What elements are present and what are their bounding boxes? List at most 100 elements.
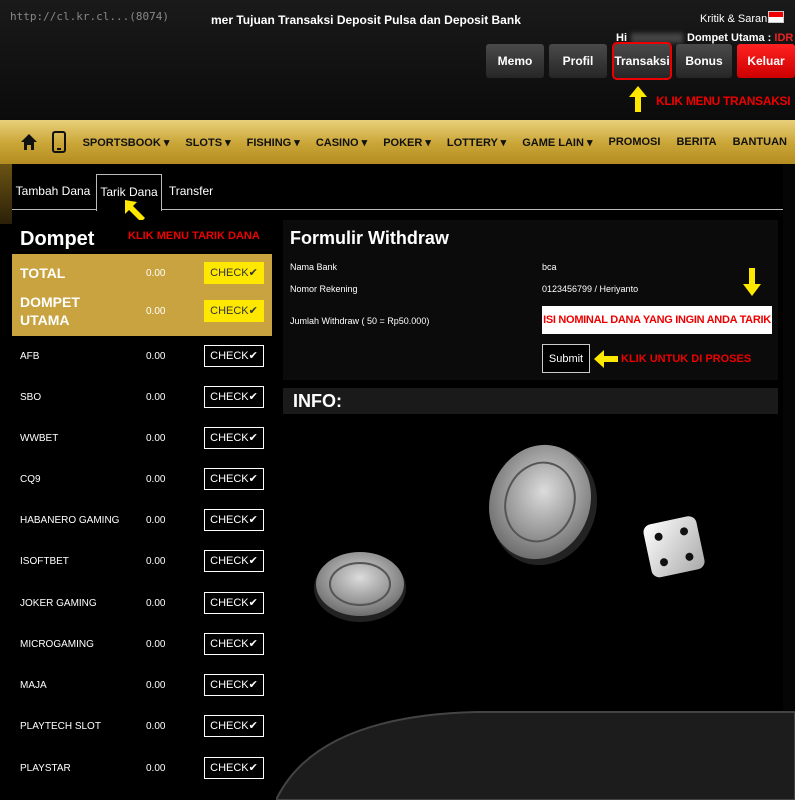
keluar-button[interactable]: Keluar bbox=[737, 44, 795, 78]
nomor-rekening-label: Nomor Rekening bbox=[290, 284, 358, 294]
jumlah-withdraw-input[interactable] bbox=[542, 306, 772, 334]
nama-bank-label: Nama Bank bbox=[290, 262, 338, 272]
announcement-marquee: mer Tujuan Transaksi Deposit Pulsa dan D… bbox=[211, 13, 521, 27]
info-bar: INFO: bbox=[283, 388, 778, 414]
nomor-rekening-value: 0123456799 / Heriyanto bbox=[542, 284, 639, 294]
wallet-value: 0.00 bbox=[146, 514, 166, 526]
check-button[interactable]: CHECK✔ bbox=[204, 386, 264, 408]
bonus-button[interactable]: Bonus bbox=[676, 44, 732, 78]
home-icon[interactable] bbox=[14, 120, 44, 164]
wallet-value: 0.00 bbox=[146, 432, 166, 444]
check-button[interactable]: CHECK✔ bbox=[204, 300, 264, 322]
wallet-value: 0.00 bbox=[146, 267, 166, 279]
wallet-value: 0.00 bbox=[146, 305, 166, 317]
check-button[interactable]: CHECK✔ bbox=[204, 468, 264, 490]
wallet-value: 0.00 bbox=[146, 720, 166, 732]
mobile-icon[interactable] bbox=[44, 120, 74, 164]
wallet-label: JOKER GAMING bbox=[20, 597, 97, 609]
wallet-row: HABANERO GAMING 0.00 CHECK✔ bbox=[12, 508, 272, 532]
nav-poker[interactable]: POKER ▾ bbox=[375, 136, 439, 149]
poker-chip-icon bbox=[314, 552, 406, 622]
wallet-label: HABANERO GAMING bbox=[20, 514, 120, 526]
wallet-label: WWBET bbox=[20, 432, 59, 444]
wallet-value: 0.00 bbox=[146, 391, 166, 403]
casino-decoration-image bbox=[276, 444, 795, 800]
wallet-value: 0.00 bbox=[146, 350, 166, 362]
memo-button[interactable]: Memo bbox=[486, 44, 544, 78]
dompet-title: Dompet bbox=[20, 228, 95, 250]
wallet-row: CQ9 0.00 CHECK✔ bbox=[12, 467, 272, 491]
check-button[interactable]: CHECK✔ bbox=[204, 757, 264, 779]
wallet-row-dompet-utama: DOMPET UTAMA 0.00 CHECK✔ bbox=[12, 294, 272, 328]
nama-bank-value: bca bbox=[542, 262, 557, 272]
arrow-down-icon bbox=[743, 268, 761, 296]
tab-transfer[interactable]: Transfer bbox=[164, 174, 218, 210]
side-decoration bbox=[0, 164, 12, 224]
top-header: http://cl.kr.cl...(8074) mer Tujuan Tran… bbox=[0, 0, 795, 120]
wallet-row: ISOFTBET 0.00 CHECK✔ bbox=[12, 549, 272, 573]
check-button[interactable]: CHECK✔ bbox=[204, 715, 264, 737]
indonesia-flag-icon[interactable] bbox=[768, 11, 784, 23]
wallet-row-total: TOTAL 0.00 CHECK✔ bbox=[12, 260, 272, 286]
dompet-panel: Dompet TOTAL 0.00 CHECK✔ DOMPET UTAMA 0.… bbox=[12, 220, 272, 800]
balance-value: IDR 0.00 bbox=[774, 32, 795, 44]
wallet-label: AFB bbox=[20, 350, 40, 362]
check-button[interactable]: CHECK✔ bbox=[204, 427, 264, 449]
main-nav: SPORTSBOOK ▾ SLOTS ▾ FISHING ▾ CASINO ▾ … bbox=[0, 120, 795, 164]
url-hint: http://cl.kr.cl...(8074) bbox=[10, 10, 169, 23]
dice-icon bbox=[643, 516, 705, 578]
wallet-label: ISOFTBET bbox=[20, 555, 69, 567]
transaksi-button[interactable]: Transaksi bbox=[612, 42, 672, 80]
jumlah-withdraw-label: Jumlah Withdraw ( 50 = Rp50.000) bbox=[290, 316, 430, 326]
annotation-tarik-dana: KLIK MENU TARIK DANA bbox=[128, 230, 260, 242]
check-button[interactable]: CHECK✔ bbox=[204, 674, 264, 696]
greeting: Hi bbox=[616, 32, 627, 44]
check-button[interactable]: CHECK✔ bbox=[204, 592, 264, 614]
nav-bantuan[interactable]: BANTUAN bbox=[725, 136, 795, 148]
wallet-label: PLAYSTAR bbox=[20, 762, 71, 774]
wallet-row: MAJA 0.00 CHECK✔ bbox=[12, 673, 272, 697]
annotation-submit: KLIK UNTUK DI PROSES bbox=[621, 353, 752, 365]
wallet-label: MICROGAMING bbox=[20, 638, 94, 650]
check-button[interactable]: CHECK✔ bbox=[204, 550, 264, 572]
wallet-value: 0.00 bbox=[146, 679, 166, 691]
wallet-value: 0.00 bbox=[146, 762, 166, 774]
check-button[interactable]: CHECK✔ bbox=[204, 345, 264, 367]
arrow-up-icon bbox=[629, 86, 647, 112]
wallet-label: SBO bbox=[20, 391, 42, 403]
nav-fishing[interactable]: FISHING ▾ bbox=[239, 136, 308, 149]
kritik-saran-link[interactable]: Kritik & Saran bbox=[700, 13, 767, 25]
annotation-transaksi: KLIK MENU TRANSAKSI bbox=[656, 94, 791, 108]
wallet-value: 0.00 bbox=[146, 638, 166, 650]
wallet-row: JOKER GAMING 0.00 CHECK✔ bbox=[12, 591, 272, 615]
check-button[interactable]: CHECK✔ bbox=[204, 262, 264, 284]
arrow-up-left-icon bbox=[125, 200, 145, 222]
wallet-label: DOMPET UTAMA bbox=[20, 294, 80, 328]
wallet-row: WWBET 0.00 CHECK✔ bbox=[12, 426, 272, 450]
nav-slots[interactable]: SLOTS ▾ bbox=[177, 136, 238, 149]
wallet-label: MAJA bbox=[20, 679, 47, 691]
wallet-row: SBO 0.00 CHECK✔ bbox=[12, 385, 272, 409]
check-button[interactable]: CHECK✔ bbox=[204, 633, 264, 655]
wallet-row: MICROGAMING 0.00 CHECK✔ bbox=[12, 632, 272, 656]
wallet-value: 0.00 bbox=[146, 597, 166, 609]
nav-game-lain[interactable]: GAME LAIN ▾ bbox=[514, 136, 600, 149]
form-title: Formulir Withdraw bbox=[290, 228, 449, 248]
nav-berita[interactable]: BERITA bbox=[668, 136, 724, 148]
wallet-row: AFB 0.00 CHECK✔ bbox=[12, 344, 272, 368]
wallet-row: PLAYTECH SLOT 0.00 CHECK✔ bbox=[12, 714, 272, 738]
dompet-utama-label: Dompet Utama : bbox=[687, 32, 772, 44]
nav-lottery[interactable]: LOTTERY ▾ bbox=[439, 136, 514, 149]
wallet-label: TOTAL bbox=[20, 265, 66, 281]
check-button[interactable]: CHECK✔ bbox=[204, 509, 264, 531]
nav-promosi[interactable]: PROMOSI bbox=[601, 136, 669, 148]
username-redacted bbox=[631, 33, 683, 44]
wallet-row: PLAYSTAR 0.00 CHECK✔ bbox=[12, 756, 272, 780]
profil-button[interactable]: Profil bbox=[549, 44, 607, 78]
tab-tambah-dana[interactable]: Tambah Dana bbox=[12, 174, 94, 210]
poker-chip-icon bbox=[488, 444, 597, 566]
submit-button[interactable]: Submit bbox=[542, 344, 590, 373]
wallet-label: PLAYTECH SLOT bbox=[20, 720, 101, 732]
nav-casino[interactable]: CASINO ▾ bbox=[308, 136, 375, 149]
nav-sportsbook[interactable]: SPORTSBOOK ▾ bbox=[75, 136, 178, 149]
